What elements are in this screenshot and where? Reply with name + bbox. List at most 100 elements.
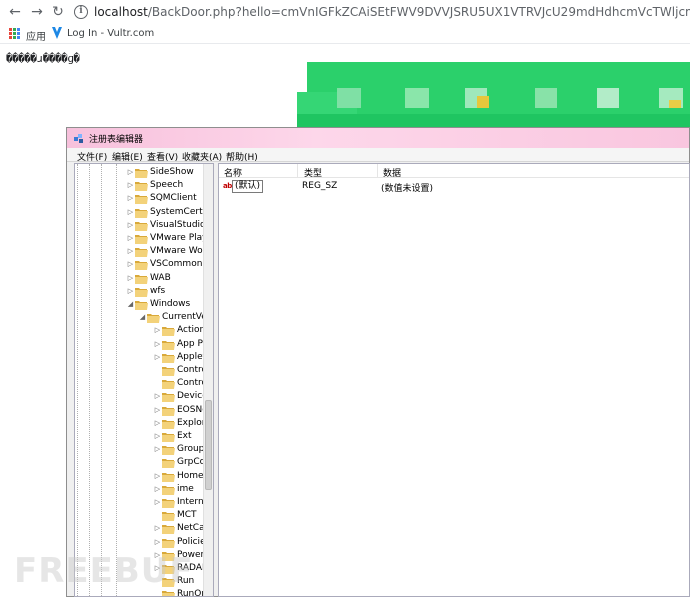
window-title: 注册表编辑器	[89, 135, 144, 145]
expand-arrow-icon[interactable]: ▷	[154, 446, 161, 453]
folder-icon	[162, 327, 175, 337]
values-header: 名称 类型 数据	[219, 164, 689, 179]
value-data: (数值未设置)	[381, 184, 434, 194]
menu-file[interactable]: 文件(F)	[77, 150, 107, 163]
expand-arrow-icon[interactable]: ▷	[127, 195, 134, 202]
folder-icon	[135, 235, 148, 244]
watermark-logo: FREEBUF	[14, 551, 194, 591]
folder-icon	[135, 221, 148, 231]
tree-item-label: SQMClient	[150, 193, 197, 204]
back-icon[interactable]: ←	[6, 3, 24, 21]
blurred-region	[297, 58, 690, 130]
folder-icon	[135, 287, 148, 297]
expand-arrow-icon[interactable]: ▷	[127, 261, 134, 268]
address-bar[interactable]: i localhost/BackDoor.php?hello=cmVnIGFkZ…	[74, 2, 690, 22]
col-data[interactable]: 数据	[383, 166, 401, 179]
browser-toolbar: ← → ↻ i localhost/BackDoor.php?hello=cmV…	[0, 0, 690, 24]
folder-icon	[162, 446, 175, 456]
expand-arrow-icon[interactable]: ▷	[154, 525, 161, 532]
bookmarks-bar: 应用 Log In - Vultr.com	[0, 24, 690, 44]
folder-icon	[135, 248, 148, 258]
folder-icon	[135, 169, 148, 178]
folder-icon	[135, 301, 148, 310]
folder-icon	[162, 433, 175, 442]
folder-icon	[162, 499, 175, 508]
expand-arrow-icon[interactable]: ▷	[154, 433, 161, 440]
folder-icon	[162, 353, 175, 363]
url-host: localhost	[94, 5, 148, 19]
expand-arrow-icon[interactable]: ▷	[154, 472, 161, 480]
forward-icon[interactable]: →	[28, 3, 46, 21]
tree-item-label: SideShow	[150, 167, 194, 177]
folder-icon	[162, 380, 175, 390]
window-titlebar[interactable]: 注册表编辑器	[67, 128, 689, 148]
info-icon[interactable]: i	[74, 5, 88, 19]
value-name[interactable]: (默认)	[232, 180, 264, 193]
folder-icon	[135, 261, 148, 271]
expand-arrow-icon[interactable]: ▷	[154, 499, 161, 506]
menu-favorites[interactable]: 收藏夹(A)	[182, 150, 222, 163]
expand-arrow-icon[interactable]: ▷	[154, 538, 161, 546]
regedit-window: 注册表编辑器 文件(F) 编辑(E) 查看(V) 收藏夹(A) 帮助(H) ▷ S…	[66, 127, 690, 597]
collapse-arrow-icon[interactable]: ◢	[127, 301, 134, 308]
tree-item-label: WAB	[150, 272, 171, 283]
expand-arrow-icon[interactable]: ▷	[154, 406, 161, 414]
url-path: /BackDoor.php?hello=cmVnIGFkZCAiSEtFWV9D…	[147, 5, 690, 19]
menu-help[interactable]: 帮助(H)	[226, 150, 258, 163]
value-row[interactable]: ab (默认) REG_SZ (数值未设置)	[219, 180, 689, 194]
value-type: REG_SZ	[302, 181, 338, 191]
page-output-text: �����ɹ����ɡ�	[6, 52, 80, 65]
folder-icon	[162, 512, 175, 522]
tree-item-label: Windows	[150, 299, 191, 309]
folder-icon	[162, 525, 175, 535]
folder-icon	[162, 472, 175, 482]
expand-arrow-icon[interactable]: ▷	[154, 353, 161, 361]
folder-icon	[135, 182, 148, 192]
tree-item-label: Ext	[177, 431, 192, 441]
col-type[interactable]: 类型	[304, 166, 322, 179]
values-list[interactable]: 名称 类型 数据 ab (默认) REG_SZ (数值未设置)	[218, 163, 690, 597]
folder-icon	[162, 393, 175, 403]
expand-arrow-icon[interactable]: ▷	[154, 419, 161, 427]
tree-item-label: ime	[177, 483, 194, 494]
expand-arrow-icon[interactable]: ▷	[154, 340, 161, 348]
expand-arrow-icon[interactable]: ▷	[127, 248, 134, 255]
expand-arrow-icon[interactable]: ▷	[127, 169, 134, 176]
folder-icon	[162, 367, 175, 376]
registry-tree[interactable]: ▷ SideShow ▷ Speech ▷ SQMClient ▷ SystemCertifi…	[74, 163, 214, 597]
folder-icon	[162, 406, 175, 416]
tree-item-label: MCT	[177, 510, 197, 521]
col-name[interactable]: 名称	[224, 166, 242, 179]
expand-arrow-icon[interactable]: ▷	[127, 274, 134, 282]
scroll-thumb[interactable]	[205, 400, 212, 490]
tree-item-label: VSCommon	[150, 259, 203, 270]
menu-bar: 文件(F) 编辑(E) 查看(V) 收藏夹(A) 帮助(H)	[67, 148, 689, 163]
tree-scrollbar[interactable]	[203, 164, 213, 596]
collapse-arrow-icon[interactable]: ◢	[139, 314, 146, 321]
tree-item-label: Speech	[150, 180, 184, 191]
expand-arrow-icon[interactable]: ▷	[127, 208, 134, 216]
tree-item-label: wfs	[150, 285, 166, 296]
folder-icon	[162, 459, 175, 469]
menu-view[interactable]: 查看(V)	[147, 150, 178, 163]
folder-icon	[135, 208, 148, 218]
folder-icon	[162, 485, 175, 495]
apps-grid-icon[interactable]	[9, 28, 20, 39]
expand-arrow-icon[interactable]: ▷	[127, 235, 134, 242]
expand-arrow-icon[interactable]: ▷	[127, 287, 134, 295]
folder-icon	[147, 314, 160, 324]
folder-icon	[162, 538, 175, 548]
folder-icon	[135, 195, 148, 205]
expand-arrow-icon[interactable]: ▷	[127, 221, 134, 229]
vultr-icon	[52, 27, 62, 39]
expand-arrow-icon[interactable]: ▷	[154, 393, 161, 400]
reload-icon[interactable]: ↻	[49, 3, 67, 21]
expand-arrow-icon[interactable]: ▷	[154, 485, 161, 493]
bookmark-vultr[interactable]: Log In - Vultr.com	[67, 28, 154, 39]
expand-arrow-icon[interactable]: ▷	[127, 182, 134, 189]
folder-icon	[162, 591, 175, 596]
expand-arrow-icon[interactable]: ▷	[154, 327, 161, 334]
tree-item-label: VisualStudio	[150, 219, 206, 230]
menu-edit[interactable]: 编辑(E)	[112, 150, 143, 163]
bookmark-apps[interactable]: 应用	[26, 28, 46, 43]
